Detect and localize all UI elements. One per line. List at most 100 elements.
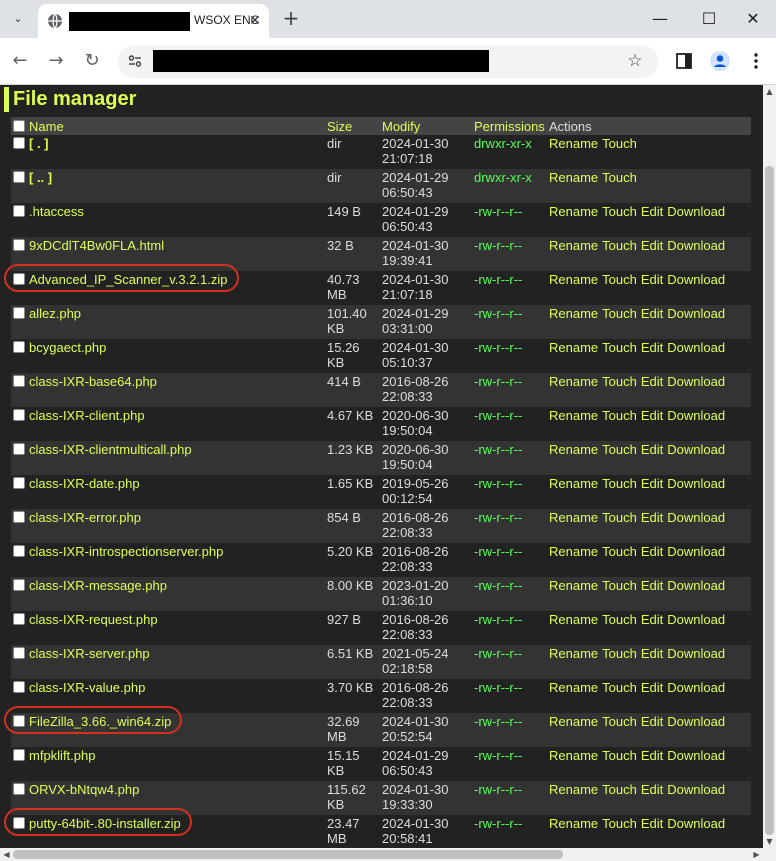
row-checkbox[interactable] (13, 647, 25, 659)
download-link[interactable]: Download (667, 408, 725, 423)
row-checkbox[interactable] (13, 171, 25, 183)
rename-link[interactable]: Rename (549, 272, 598, 287)
touch-link[interactable]: Touch (602, 748, 637, 763)
row-checkbox[interactable] (13, 477, 25, 489)
edit-link[interactable]: Edit (641, 272, 663, 287)
scroll-up-arrow-icon[interactable]: ▲ (765, 87, 774, 96)
row-checkbox[interactable] (13, 613, 25, 625)
permissions-link[interactable]: -rw-r--r-- (474, 510, 522, 525)
rename-link[interactable]: Rename (549, 340, 598, 355)
touch-link[interactable]: Touch (602, 340, 637, 355)
edit-link[interactable]: Edit (641, 204, 663, 219)
file-name-link[interactable]: class-IXR-introspectionserver.php (29, 544, 223, 559)
edit-link[interactable]: Edit (641, 374, 663, 389)
edit-link[interactable]: Edit (641, 680, 663, 695)
download-link[interactable]: Download (667, 306, 725, 321)
touch-link[interactable]: Touch (602, 782, 637, 797)
download-link[interactable]: Download (667, 782, 725, 797)
download-link[interactable]: Download (667, 272, 725, 287)
file-name-link[interactable]: putty-64bit-.80-installer.zip (29, 816, 181, 831)
row-checkbox[interactable] (13, 409, 25, 421)
edit-link[interactable]: Edit (641, 510, 663, 525)
rename-link[interactable]: Rename (549, 578, 598, 593)
permissions-link[interactable]: -rw-r--r-- (474, 680, 522, 695)
file-name-link[interactable]: .htaccess (29, 204, 84, 219)
rename-link[interactable]: Rename (549, 816, 598, 831)
rename-link[interactable]: Rename (549, 476, 598, 491)
close-window-button[interactable]: ✕ (741, 8, 765, 30)
scroll-left-arrow-icon[interactable]: ◀ (2, 850, 11, 859)
touch-link[interactable]: Touch (602, 510, 637, 525)
rename-link[interactable]: Rename (549, 646, 598, 661)
download-link[interactable]: Download (667, 238, 725, 253)
site-settings-icon[interactable] (127, 53, 143, 69)
tab-active[interactable]: WSOX ENC ✕ (38, 4, 269, 38)
touch-link[interactable]: Touch (602, 714, 637, 729)
close-tab-icon[interactable]: ✕ (245, 11, 265, 31)
side-panel-icon[interactable] (673, 50, 695, 72)
touch-link[interactable]: Touch (602, 476, 637, 491)
file-name-link[interactable]: class-IXR-server.php (29, 646, 150, 661)
row-checkbox[interactable] (13, 273, 25, 285)
rename-link[interactable]: Rename (549, 714, 598, 729)
edit-link[interactable]: Edit (641, 646, 663, 661)
file-name-link[interactable]: class-IXR-client.php (29, 408, 145, 423)
download-link[interactable]: Download (667, 748, 725, 763)
file-name-link[interactable]: class-IXR-request.php (29, 612, 158, 627)
scroll-right-arrow-icon[interactable]: ▶ (752, 850, 761, 859)
row-checkbox[interactable] (13, 579, 25, 591)
download-link[interactable]: Download (667, 578, 725, 593)
rename-link[interactable]: Rename (549, 374, 598, 389)
file-name-link[interactable]: allez.php (29, 306, 81, 321)
file-name-link[interactable]: mfpklift.php (29, 748, 95, 763)
row-checkbox[interactable] (13, 545, 25, 557)
download-link[interactable]: Download (667, 510, 725, 525)
row-checkbox[interactable] (13, 681, 25, 693)
edit-link[interactable]: Edit (641, 306, 663, 321)
maximize-button[interactable]: ☐ (697, 8, 721, 30)
forward-button[interactable]: → (45, 50, 67, 72)
permissions-link[interactable]: -rw-r--r-- (474, 238, 522, 253)
touch-link[interactable]: Touch (602, 408, 637, 423)
touch-link[interactable]: Touch (602, 612, 637, 627)
touch-link[interactable]: Touch (602, 136, 637, 151)
edit-link[interactable]: Edit (641, 408, 663, 423)
download-link[interactable]: Download (667, 646, 725, 661)
file-name-link[interactable]: FileZilla_3.66._win64.zip (29, 714, 171, 729)
row-checkbox[interactable] (13, 205, 25, 217)
permissions-link[interactable]: drwxr-xr-x (474, 136, 532, 151)
row-checkbox[interactable] (13, 341, 25, 353)
permissions-link[interactable]: -rw-r--r-- (474, 442, 522, 457)
rename-link[interactable]: Rename (549, 510, 598, 525)
tab-search-icon[interactable]: ⌄ (8, 9, 28, 29)
permissions-link[interactable]: -rw-r--r-- (474, 204, 522, 219)
rename-link[interactable]: Rename (549, 612, 598, 627)
permissions-link[interactable]: -rw-r--r-- (474, 782, 522, 797)
permissions-link[interactable]: -rw-r--r-- (474, 578, 522, 593)
edit-link[interactable]: Edit (641, 544, 663, 559)
touch-link[interactable]: Touch (602, 170, 637, 185)
file-name-link[interactable]: class-IXR-date.php (29, 476, 140, 491)
file-name-link[interactable]: class-IXR-clientmulticall.php (29, 442, 192, 457)
permissions-link[interactable]: -rw-r--r-- (474, 646, 522, 661)
row-checkbox[interactable] (13, 375, 25, 387)
permissions-link[interactable]: -rw-r--r-- (474, 408, 522, 423)
bookmark-star-icon[interactable]: ☆ (624, 50, 646, 72)
rename-link[interactable]: Rename (549, 170, 598, 185)
rename-link[interactable]: Rename (549, 408, 598, 423)
file-name-link[interactable]: ORVX-bNtqw4.php (29, 782, 139, 797)
download-link[interactable]: Download (667, 612, 725, 627)
rename-link[interactable]: Rename (549, 136, 598, 151)
download-link[interactable]: Download (667, 680, 725, 695)
file-name-link[interactable]: class-IXR-value.php (29, 680, 145, 695)
touch-link[interactable]: Touch (602, 306, 637, 321)
permissions-link[interactable]: -rw-r--r-- (474, 714, 522, 729)
edit-link[interactable]: Edit (641, 816, 663, 831)
select-all-checkbox[interactable] (13, 119, 25, 132)
new-tab-button[interactable]: + (280, 8, 302, 30)
edit-link[interactable]: Edit (641, 782, 663, 797)
touch-link[interactable]: Touch (602, 238, 637, 253)
horizontal-scroll-thumb[interactable] (13, 850, 563, 859)
file-name-link[interactable]: class-IXR-error.php (29, 510, 141, 525)
rename-link[interactable]: Rename (549, 748, 598, 763)
